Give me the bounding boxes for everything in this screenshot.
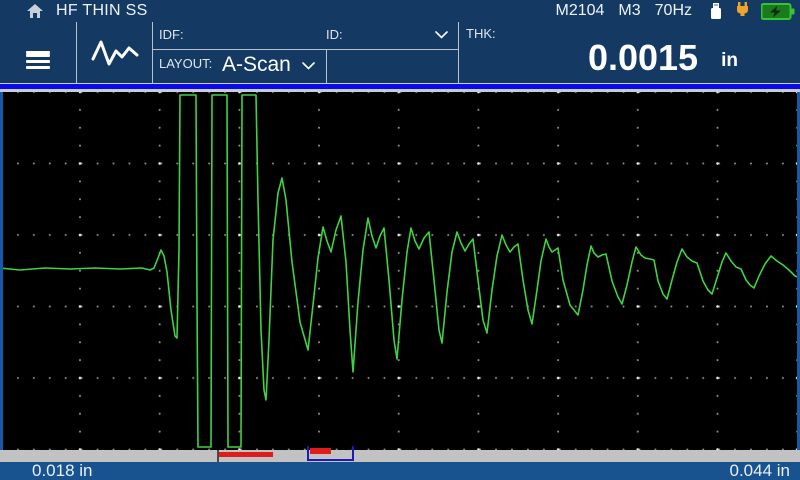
id-label: ID:: [326, 27, 343, 42]
system-icons: [708, 0, 795, 22]
ascan-waveform: [0, 92, 800, 450]
range-start-marker: [0, 92, 3, 462]
home-icon[interactable]: [27, 4, 43, 19]
update-rate: 70Hz: [655, 2, 692, 20]
gate-2-bar[interactable]: [310, 448, 331, 454]
status-readouts: M2104 M3 70Hz: [555, 0, 692, 22]
gate-1-bar[interactable]: [219, 452, 273, 457]
battery-charging-icon: [761, 3, 795, 20]
id-chevron-down-icon[interactable]: [435, 31, 448, 39]
range-min-value: 0.018 in: [32, 462, 93, 480]
menu-button[interactable]: [0, 22, 76, 83]
hamburger-icon: [26, 51, 50, 54]
layout-chevron-down-icon[interactable]: [302, 62, 315, 70]
range-bar: 0.018 in 0.044 in: [0, 462, 800, 480]
separator-bar: [0, 83, 800, 92]
usb-icon: [708, 2, 724, 20]
gate-strip: [0, 450, 800, 462]
power-plug-icon: [734, 2, 751, 20]
toolbar-divider: [326, 50, 327, 83]
waveform-icon: [91, 38, 139, 68]
thickness-value: 0.0015: [538, 37, 748, 79]
ascan-view-button[interactable]: [77, 22, 152, 83]
top-status-bar: HF THIN SS M2104 M3 70Hz: [0, 0, 800, 22]
toolbar: IDF: ID: LAYOUT: A-Scan THK: 0.0015 in: [0, 22, 800, 83]
layout-row: LAYOUT: A-Scan: [152, 50, 458, 83]
ascan-waveform-path: [0, 95, 800, 447]
file-title: HF THIN SS: [56, 2, 148, 20]
separator-blue-line: [0, 84, 800, 89]
id-row: IDF: ID:: [152, 22, 458, 49]
thickness-unit: in: [721, 50, 738, 72]
layout-label: LAYOUT:: [159, 56, 212, 71]
thickness-readout: THK: 0.0015 in: [458, 22, 800, 83]
mode-indicator: M3: [618, 2, 640, 20]
thk-label: THK:: [466, 26, 496, 41]
ascan-plot: [0, 92, 800, 450]
measurement-code: M2104: [555, 2, 604, 20]
range-max-value: 0.044 in: [730, 462, 791, 480]
layout-select[interactable]: A-Scan: [222, 53, 291, 77]
idf-label: IDF:: [159, 27, 184, 42]
